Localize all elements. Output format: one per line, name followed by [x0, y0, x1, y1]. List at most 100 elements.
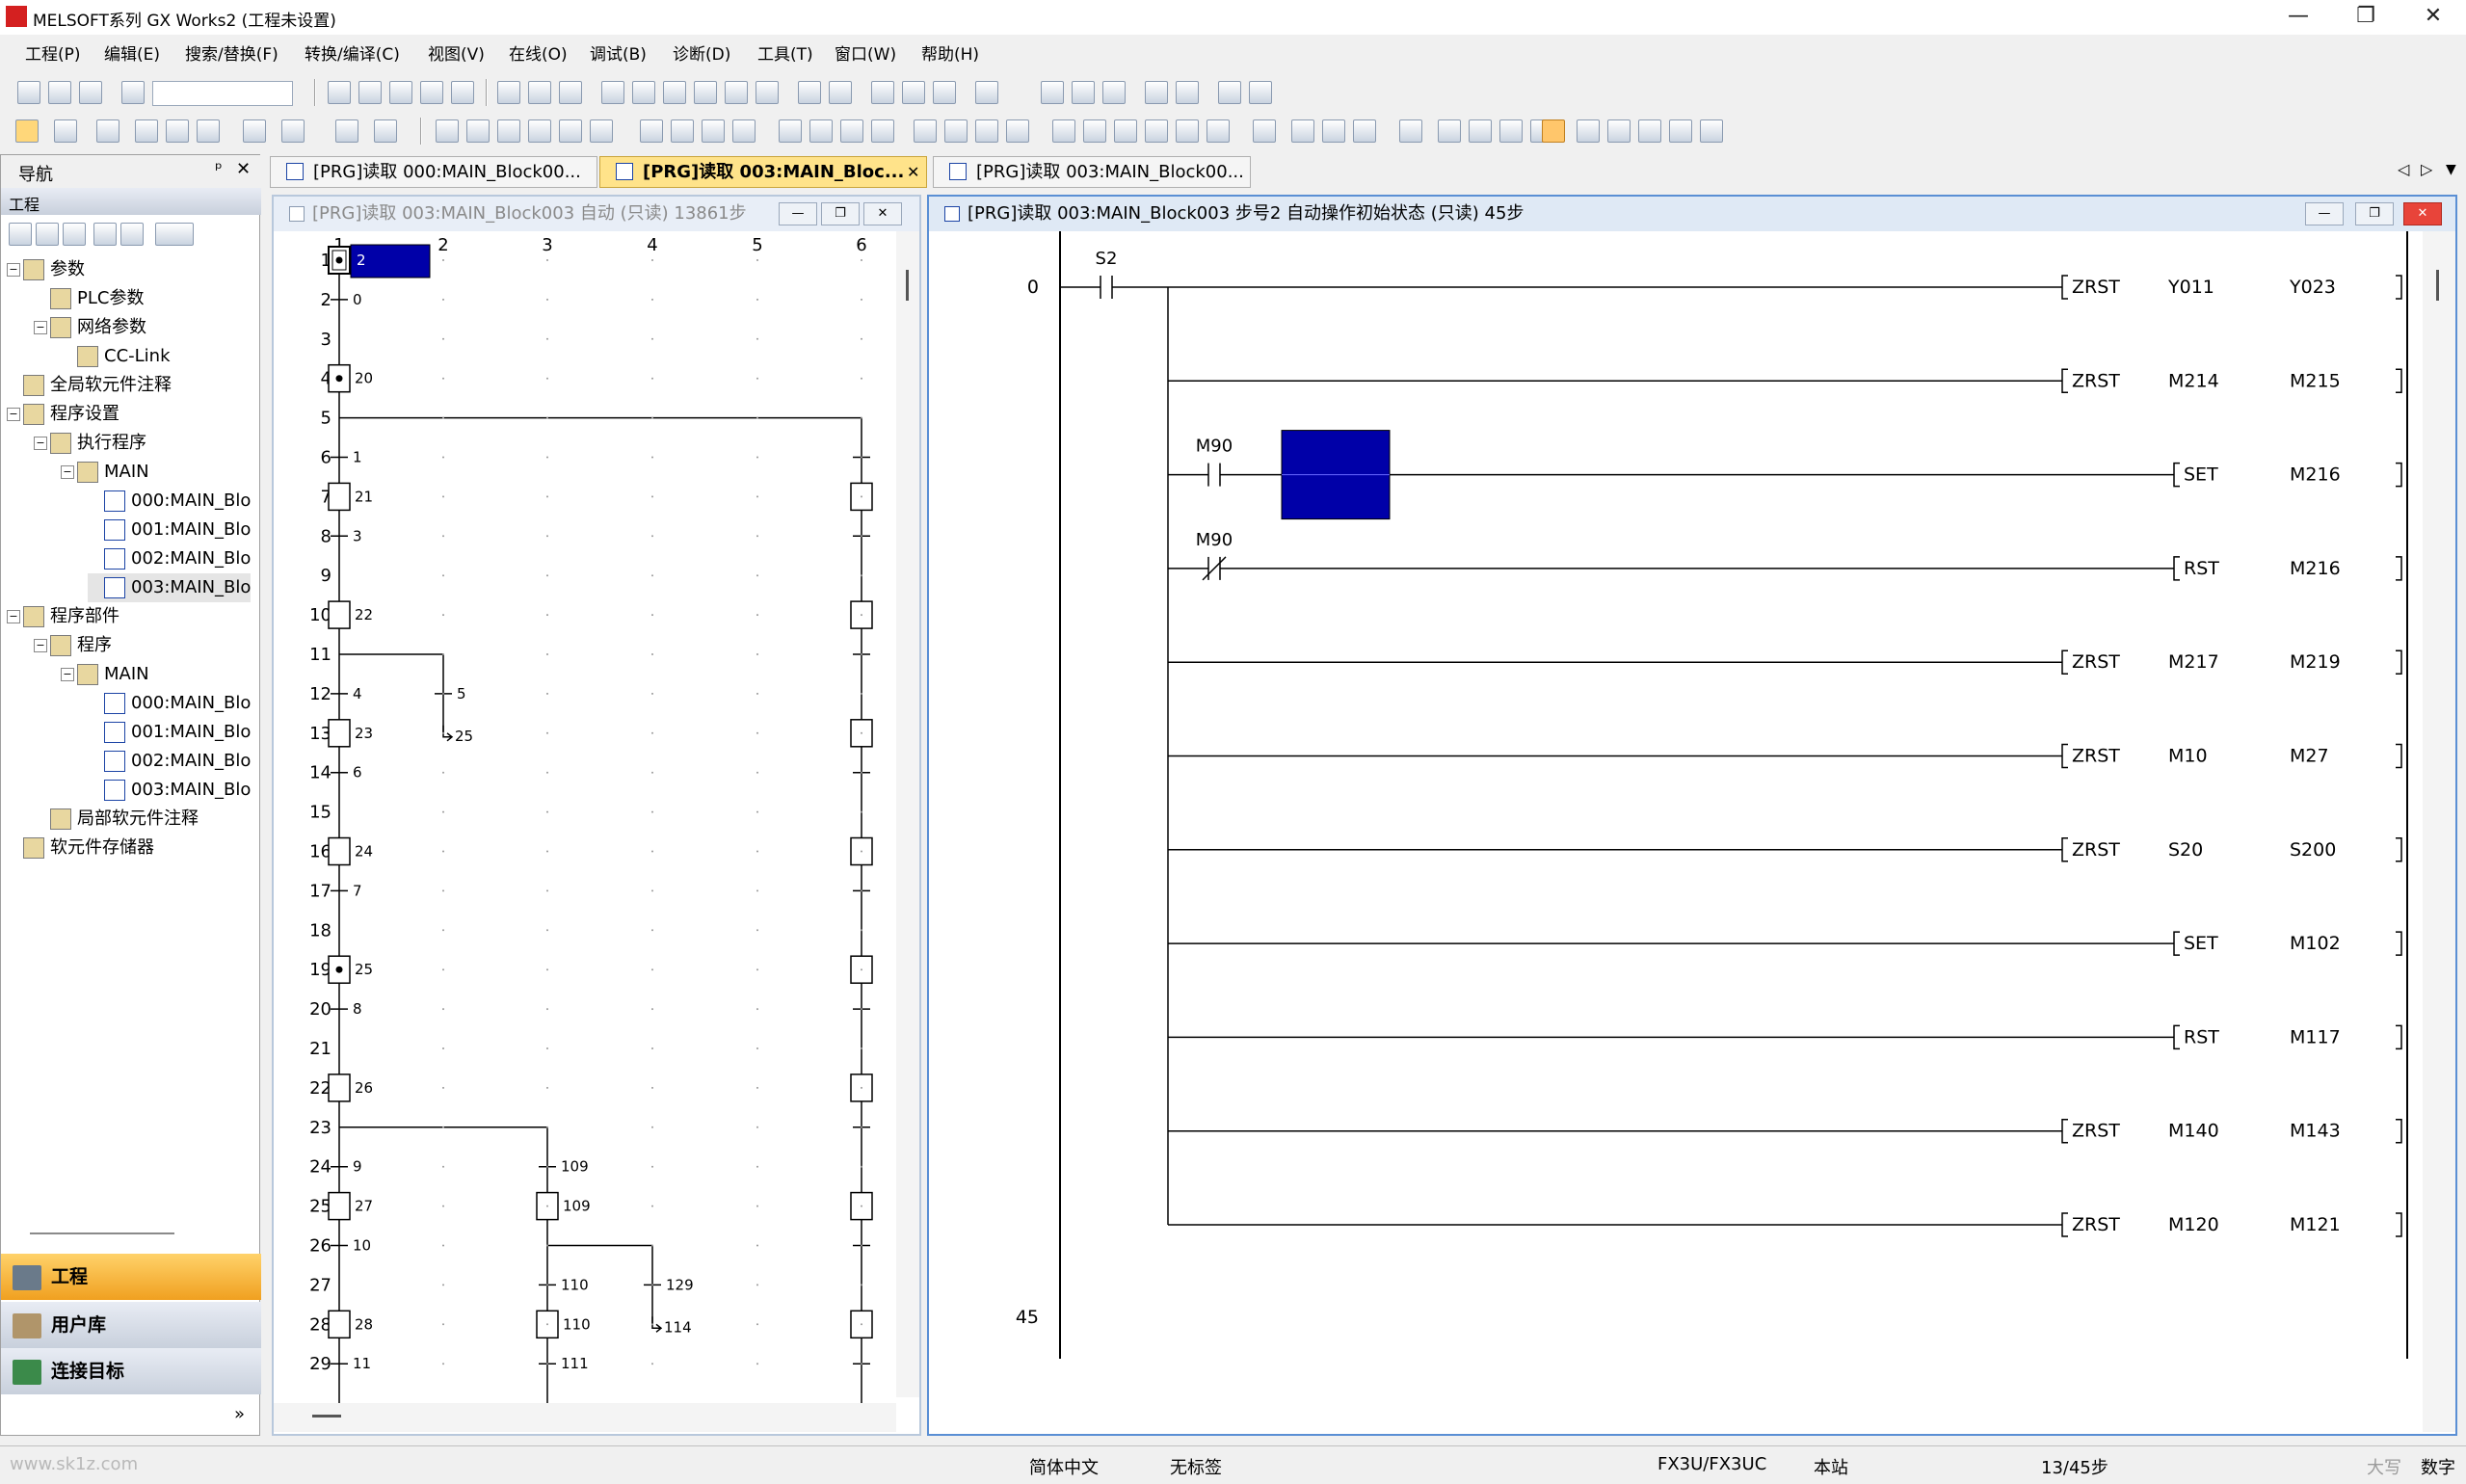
nav-refresh-icon[interactable] [120, 223, 144, 246]
tree-node[interactable]: 003:MAIN_Blo [88, 573, 252, 602]
dev2-icon[interactable] [829, 81, 852, 104]
list-icon[interactable] [725, 81, 748, 104]
nav-expand-icon[interactable]: » [234, 1404, 245, 1424]
tree-node[interactable]: PLC参数 [34, 284, 144, 313]
nav-tab-user-library[interactable]: 用户库 [1, 1302, 261, 1348]
step3-icon[interactable] [933, 81, 956, 104]
monitor2-icon[interactable] [559, 81, 582, 104]
sfc-step-box[interactable] [328, 1191, 351, 1221]
ladder4-icon[interactable] [1145, 81, 1168, 104]
op3-icon[interactable] [975, 119, 998, 143]
toolbar-combo[interactable] [152, 81, 293, 106]
tab-scroll-left-icon[interactable]: ◁ [2398, 160, 2409, 178]
dev-list2-icon[interactable] [166, 119, 189, 143]
nav-splitter[interactable] [30, 1232, 174, 1236]
tree-node[interactable]: CC-Link [61, 342, 171, 371]
edge4-icon[interactable] [1145, 119, 1168, 143]
edge6-icon[interactable] [1206, 119, 1230, 143]
ladder-maximize-button[interactable]: ❐ [2355, 202, 2394, 225]
help-icon[interactable] [121, 81, 145, 104]
edge13-icon[interactable] [1469, 119, 1492, 143]
ladder5-icon[interactable] [1176, 81, 1199, 104]
nav-info-icon[interactable] [93, 223, 117, 246]
copy-icon[interactable] [358, 81, 382, 104]
window-icon[interactable] [54, 119, 77, 143]
list2-icon[interactable] [756, 81, 779, 104]
ladder6-icon[interactable] [1218, 81, 1241, 104]
monitor-mode-icon[interactable] [1577, 119, 1600, 143]
nav-new-icon[interactable] [9, 223, 32, 246]
contact-par2-icon[interactable] [528, 119, 551, 143]
tree-node[interactable]: 局部软元件注释 [34, 805, 199, 834]
redo-icon[interactable] [451, 81, 474, 104]
ladder3-icon[interactable] [1102, 81, 1126, 104]
cut-icon[interactable] [328, 81, 351, 104]
device-icon[interactable] [497, 81, 520, 104]
sfc-maximize-button[interactable]: ❐ [821, 202, 860, 225]
nav-paste-icon[interactable] [63, 223, 86, 246]
ladder-vscroll[interactable] [2423, 231, 2455, 1432]
op4-icon[interactable] [1006, 119, 1029, 143]
tree-node[interactable]: 002:MAIN_Blo [88, 747, 251, 776]
watch2-icon[interactable] [281, 119, 305, 143]
edge8-icon[interactable] [1291, 119, 1314, 143]
step-icon[interactable] [871, 81, 894, 104]
menu-edit[interactable]: 编辑(E) [104, 40, 160, 65]
ladder-instruction[interactable]: RST [2184, 558, 2219, 579]
tree-node[interactable]: 001:MAIN_Blo [88, 718, 251, 747]
del-vline-icon[interactable] [732, 119, 756, 143]
monitor-icon[interactable] [528, 81, 551, 104]
ladder2-icon[interactable] [1072, 81, 1095, 104]
tree-node[interactable]: − MAIN [61, 458, 149, 487]
tree-collapse-icon[interactable]: − [61, 668, 74, 681]
tab-doc-2[interactable]: [PRG]读取 003:MAIN_Bloc... ✕ [599, 156, 927, 188]
edge9-icon[interactable] [1322, 119, 1345, 143]
ladder-instruction[interactable]: SET [2184, 933, 2218, 954]
ladder-instruction[interactable]: ZRST [2072, 839, 2120, 861]
edge7-icon[interactable] [1253, 119, 1276, 143]
tab-list-icon[interactable]: ▼ [2446, 162, 2456, 177]
edge-icon[interactable] [1052, 119, 1075, 143]
tree-collapse-icon[interactable]: − [7, 408, 20, 421]
dev-icon[interactable] [798, 81, 821, 104]
edge3-icon[interactable] [1114, 119, 1137, 143]
edge12-icon[interactable] [1438, 119, 1461, 143]
dev-list-icon[interactable] [135, 119, 158, 143]
nav-tab-connection[interactable]: 连接目标 [1, 1348, 261, 1394]
tree-node[interactable]: 002:MAIN_Blo [88, 544, 251, 573]
menu-project[interactable]: 工程(P) [25, 40, 81, 65]
pin-icon[interactable]: ᵖ [215, 159, 223, 179]
edge2-icon[interactable] [1083, 119, 1106, 143]
project-view-icon[interactable] [15, 119, 39, 143]
tree-collapse-icon[interactable]: − [7, 610, 20, 623]
ladder-instruction[interactable]: ZRST [2072, 651, 2120, 673]
ladder-instruction[interactable]: ZRST [2072, 746, 2120, 767]
sfc-step-box[interactable] [328, 600, 351, 629]
sfc-step-box[interactable] [328, 1310, 351, 1339]
nav-tab-project[interactable]: 工程 [1, 1254, 261, 1300]
nav-close-icon[interactable]: ✕ [236, 159, 251, 179]
menu-view[interactable]: 视图(V) [428, 40, 485, 65]
doc-tab-close-icon[interactable]: ✕ [907, 157, 919, 187]
rising-icon[interactable] [779, 119, 802, 143]
contact-par-icon[interactable] [497, 119, 520, 143]
edge14-icon[interactable] [1499, 119, 1523, 143]
instr-icon[interactable] [590, 119, 613, 143]
tab-scroll-right-icon[interactable]: ▷ [2421, 160, 2432, 178]
tree-collapse-icon[interactable]: − [7, 263, 20, 277]
op2-icon[interactable] [944, 119, 968, 143]
ladder-vscroll-thumb[interactable] [2436, 270, 2439, 301]
menu-help[interactable]: 帮助(H) [921, 40, 979, 65]
ladder-instruction[interactable]: ZRST [2072, 1121, 2120, 1142]
monitor-stop-icon[interactable] [1638, 119, 1661, 143]
op-icon[interactable] [914, 119, 937, 143]
edge10-icon[interactable] [1353, 119, 1376, 143]
menu-find-replace[interactable]: 搜索/替换(F) [185, 40, 278, 65]
sfc-hscroll-thumb[interactable] [312, 1415, 341, 1418]
menu-diagnostics[interactable]: 诊断(D) [673, 40, 730, 65]
binoculars-icon[interactable] [374, 119, 397, 143]
tree-node[interactable]: 000:MAIN_Blo [88, 689, 251, 718]
minimize-button[interactable]: — [2265, 0, 2332, 35]
save-icon[interactable] [79, 81, 102, 104]
close-button[interactable]: ✕ [2400, 0, 2466, 35]
